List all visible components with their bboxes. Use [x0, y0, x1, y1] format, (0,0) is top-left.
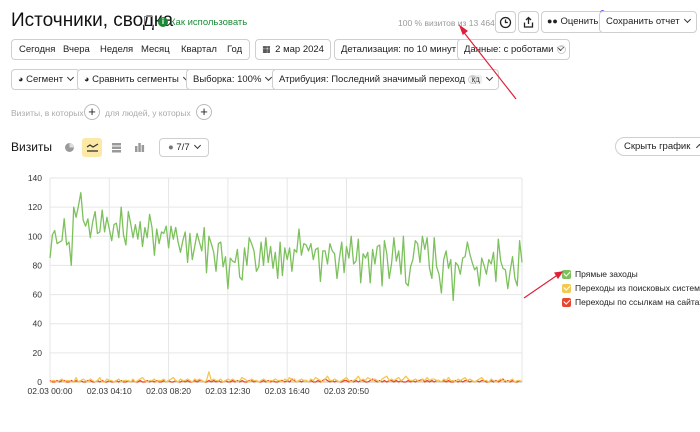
x-tick-label: 02.03 08:20 — [146, 386, 191, 396]
bookmark-icon[interactable] — [144, 16, 153, 32]
history-button[interactable] — [495, 11, 516, 33]
y-tick-label: 20 — [33, 348, 43, 358]
chart-legend: Прямые заходы Переходы из поисковых сист… — [562, 267, 700, 309]
period-quarter[interactable]: Квартал — [174, 39, 225, 60]
share-icon — [523, 16, 534, 28]
y-tick-label: 40 — [33, 319, 43, 329]
attribution-select[interactable]: Атрибуция: Последний значимый переход кд — [272, 69, 499, 90]
legend-item-search[interactable]: Переходы из поисковых систем — [562, 281, 700, 295]
pie-icon: ◕ — [18, 74, 24, 84]
x-tick-label: 02.03 20:50 — [324, 386, 369, 396]
save-report-button[interactable]: Сохранить отчет — [599, 11, 697, 33]
bar-chart-icon — [134, 143, 144, 152]
period-month[interactable]: Месяц — [134, 39, 178, 60]
annotation-arrows — [458, 24, 564, 299]
legend-item-links[interactable]: Переходы по ссылкам на сайтах — [562, 295, 700, 309]
bar-chart-view-button[interactable] — [129, 138, 149, 157]
period-yesterday[interactable]: Вчера — [56, 39, 98, 60]
chevron-down-icon — [485, 73, 493, 82]
pie-chart-icon — [64, 143, 74, 152]
stacked-view-button[interactable] — [106, 138, 126, 157]
chevron-down-icon — [193, 141, 201, 150]
pie-chart-view-button[interactable] — [59, 138, 79, 157]
y-tick-label: 120 — [28, 202, 42, 212]
detail-select[interactable]: Детализация: по 10 минут — [334, 39, 474, 60]
visits-filter-label: Визиты, в которых — [11, 108, 84, 118]
info-icon: i — [158, 17, 168, 27]
series-line-links — [49, 378, 523, 383]
y-tick-label: 80 — [33, 260, 43, 270]
clock-icon — [499, 16, 512, 29]
people-filter-label: для людей, у которых — [105, 108, 191, 118]
hide-chart-button[interactable]: Скрыть график — [615, 137, 700, 156]
segment-button[interactable]: ◕ Сегмент — [11, 69, 81, 90]
x-tick-label: 02.03 12:30 — [205, 386, 250, 396]
help-icon[interactable]: ? — [557, 45, 566, 54]
x-tick-label: 02.03 04:10 — [87, 386, 132, 396]
x-tick-label: 02.03 00:00 — [28, 386, 73, 396]
rate-icon: ●● — [547, 16, 558, 26]
arrowhead-icon — [554, 271, 564, 280]
series-line-search — [49, 371, 523, 383]
checkbox-icon[interactable] — [562, 269, 571, 279]
chevron-up-icon — [695, 143, 700, 152]
calendar-icon: ▦ — [262, 44, 270, 54]
series-line-direct — [49, 191, 523, 302]
add-people-filter-button[interactable]: + — [196, 104, 212, 120]
visits-sample-text: 100 % визитов из 13 464 — [398, 18, 495, 28]
data-select[interactable]: Данные: с роботами — [457, 39, 571, 60]
stacked-chart-icon — [111, 143, 121, 153]
metrics-select[interactable]: ● 7/7 — [159, 138, 209, 157]
visits-line-chart: 0 20 40 60 80 100 120 140 02.03 00:00 02.03 04:10… — [28, 173, 523, 396]
annotation-arrow-legend — [523, 273, 560, 299]
add-visit-filter-button[interactable]: + — [84, 104, 100, 120]
line-chart-view-button[interactable] — [82, 138, 102, 157]
y-tick-label: 0 — [37, 377, 42, 387]
compare-icon: ◕ — [84, 74, 90, 84]
checkbox-icon[interactable] — [562, 283, 571, 293]
checkbox-icon[interactable] — [562, 297, 571, 307]
date-picker-button[interactable]: ▦ 2 мар 2024 — [255, 39, 331, 60]
chevron-down-icon — [683, 15, 691, 24]
chevron-down-icon — [67, 73, 75, 82]
rate-button[interactable]: ●● Оценить — [541, 10, 606, 33]
how-to-use-link[interactable]: Как использовать — [170, 17, 247, 28]
legend-item-direct[interactable]: Прямые заходы — [562, 267, 700, 281]
comment-icon: ● — [168, 142, 174, 153]
line-chart-icon — [86, 143, 98, 152]
y-tick-label: 60 — [33, 290, 43, 300]
sample-select[interactable]: Выборка: 100% — [186, 69, 279, 90]
export-button[interactable] — [518, 11, 539, 33]
help-icon[interactable]: ? — [468, 75, 477, 84]
section-title: Визиты — [11, 140, 53, 154]
y-tick-label: 100 — [28, 231, 42, 241]
y-tick-label: 140 — [28, 173, 42, 183]
x-tick-label: 02.03 16:40 — [265, 386, 310, 396]
compare-segments-button[interactable]: ◕ Сравнить сегменты — [77, 69, 196, 90]
period-year[interactable]: Год — [220, 39, 251, 60]
